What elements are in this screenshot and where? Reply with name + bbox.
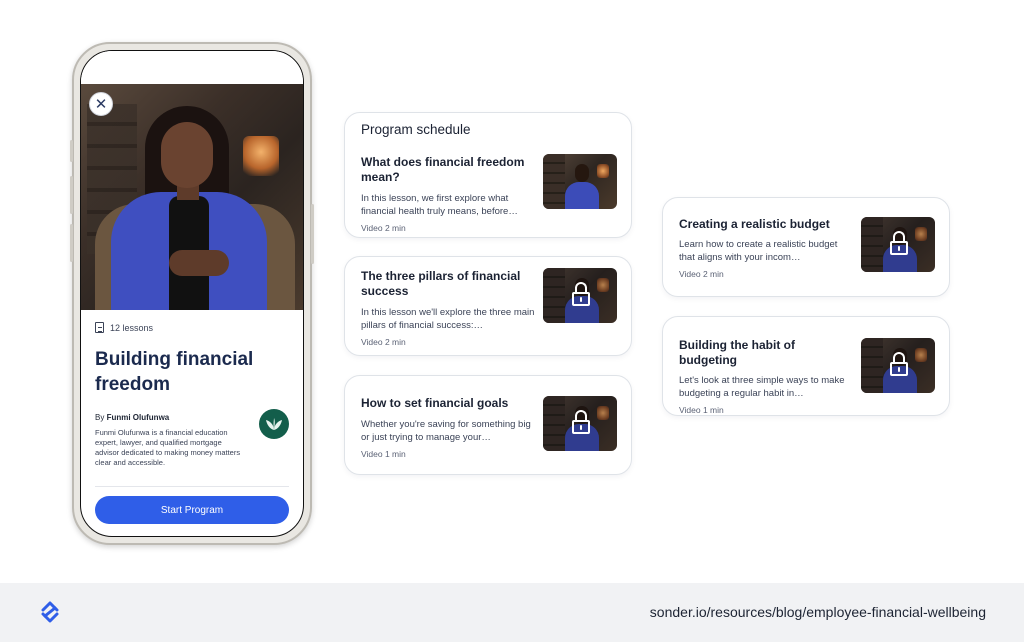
lock-icon — [890, 352, 908, 376]
author-bio: Funmi Olufunwa is a financial education … — [95, 428, 241, 467]
thumb-shelf — [543, 268, 565, 323]
author-avatar — [259, 409, 289, 439]
author-info: By Funmi Olufunwa Funmi Olufunwa is a fi… — [95, 413, 245, 468]
lesson-card[interactable]: The three pillars of financial success I… — [344, 256, 632, 356]
thumb-person-body — [565, 182, 599, 209]
thumb-shelf — [543, 154, 565, 209]
lesson-description: In this lesson we'll explore the three m… — [361, 307, 535, 331]
hero-person-hands — [169, 250, 229, 276]
thumb-shelf — [861, 338, 883, 393]
lock-icon — [890, 231, 908, 255]
close-button[interactable]: ✕ — [89, 92, 113, 116]
lesson-card[interactable]: How to set financial goals Whether you'r… — [344, 375, 632, 475]
hero-person-face — [161, 122, 213, 188]
lesson-meta: Video 1 min — [679, 405, 724, 415]
lesson-title: The three pillars of financial success — [361, 269, 521, 298]
lesson-description: Let's look at three simple ways to make … — [679, 375, 845, 399]
lesson-meta: Video 2 min — [361, 223, 406, 233]
thumb-lamp — [597, 278, 609, 292]
program-details: 12 lessons Building financial freedom By… — [81, 310, 303, 487]
thumb-lamp — [597, 164, 609, 178]
lesson-item: Building the habit of budgeting Let's lo… — [679, 338, 855, 415]
lesson-description: Learn how to create a realistic budget t… — [679, 239, 838, 263]
footer-url[interactable]: sonder.io/resources/blog/employee-financ… — [650, 604, 986, 620]
author-name: Funmi Olufunwa — [106, 413, 170, 422]
phone-power-button — [311, 204, 314, 264]
schedule-heading: Program schedule — [361, 122, 471, 137]
lock-icon — [572, 282, 590, 306]
lesson-description: In this lesson, we first explore what fi… — [361, 193, 518, 217]
lesson-item[interactable]: What does financial freedom mean? In thi… — [361, 155, 537, 233]
phone-screen: ✕ 12 lessons Building financial freedom … — [80, 50, 304, 537]
thumb-shelf — [861, 217, 883, 272]
program-schedule-card: Program schedule What does financial fre… — [344, 112, 632, 238]
hero-video-image: ✕ — [81, 84, 303, 310]
lesson-card[interactable]: Creating a realistic budget Learn how to… — [662, 197, 950, 297]
thumb-person-head — [575, 164, 589, 182]
lesson-thumbnail[interactable] — [861, 338, 935, 393]
lesson-thumbnail[interactable] — [543, 268, 617, 323]
lesson-title: Creating a realistic budget — [679, 217, 830, 231]
lesson-thumbnail[interactable] — [861, 217, 935, 272]
author-prefix: By — [95, 413, 105, 422]
phone-volume-down — [70, 224, 73, 262]
author-line: By Funmi Olufunwa — [95, 413, 245, 422]
author-row: By Funmi Olufunwa Funmi Olufunwa is a fi… — [95, 409, 289, 468]
phone-side-button — [70, 140, 73, 162]
lesson-meta: Video 2 min — [679, 269, 724, 279]
lesson-item: How to set financial goals Whether you'r… — [361, 396, 537, 459]
lessons-count-row: 12 lessons — [95, 322, 289, 333]
close-icon: ✕ — [94, 96, 108, 113]
thumb-lamp — [915, 348, 927, 362]
lesson-item: Creating a realistic budget Learn how to… — [679, 217, 855, 279]
thumb-lamp — [597, 406, 609, 420]
sonder-logo-icon — [41, 601, 59, 623]
footer-bar: sonder.io/resources/blog/employee-financ… — [0, 583, 1024, 642]
lesson-item: The three pillars of financial success I… — [361, 269, 537, 347]
status-area — [81, 51, 303, 84]
lesson-meta: Video 1 min — [361, 449, 406, 459]
thumb-lamp — [915, 227, 927, 241]
divider — [95, 486, 289, 487]
lessons-count: 12 lessons — [110, 322, 154, 333]
program-title: Building financial freedom — [95, 349, 254, 395]
lesson-title: What does financial freedom mean? — [361, 155, 525, 184]
lesson-meta: Video 2 min — [361, 337, 406, 347]
document-icon — [95, 322, 104, 333]
lesson-description: Whether you're saving for something big … — [361, 419, 531, 443]
leaf-icon — [266, 418, 282, 430]
lesson-card[interactable]: Building the habit of budgeting Let's lo… — [662, 316, 950, 416]
lesson-thumbnail[interactable] — [543, 154, 617, 209]
lesson-thumbnail[interactable] — [543, 396, 617, 451]
lesson-title: How to set financial goals — [361, 396, 509, 410]
start-program-button[interactable]: Start Program — [95, 496, 289, 524]
phone-mockup: ✕ 12 lessons Building financial freedom … — [70, 42, 314, 545]
hero-lamp — [243, 136, 279, 176]
lesson-title: Building the habit of budgeting — [679, 338, 795, 367]
phone-volume-up — [70, 176, 73, 214]
thumb-shelf — [543, 396, 565, 451]
lock-icon — [572, 410, 590, 434]
